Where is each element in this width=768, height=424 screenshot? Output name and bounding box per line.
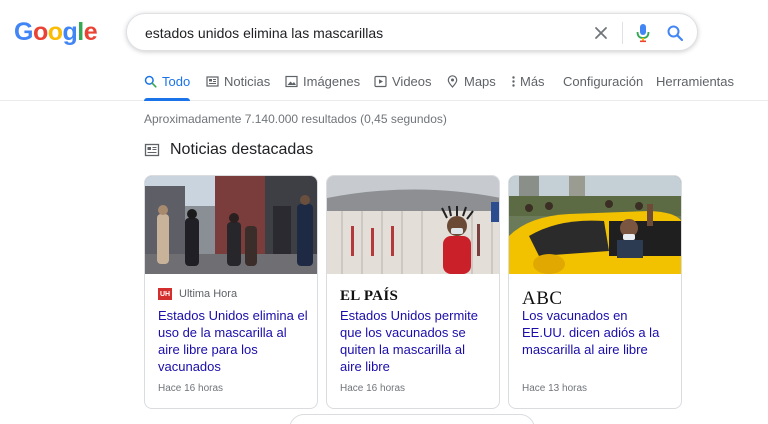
search-box [126, 13, 698, 51]
search-divider [622, 22, 623, 44]
news-thumbnail [509, 176, 681, 274]
video-icon [374, 75, 387, 88]
news-icon [144, 142, 160, 158]
top-stories-title: Noticias destacadas [170, 141, 314, 158]
tab-todo[interactable]: Todo [144, 74, 191, 101]
ultima-hora-logo: UH [158, 288, 172, 300]
close-icon[interactable] [590, 22, 612, 44]
news-time: Hace 16 horas [158, 383, 224, 394]
news-title-link[interactable]: Los vacunados en EE.UU. dicen adiós a la… [522, 307, 672, 358]
news-card[interactable]: ABC Los vacunados en EE.UU. dicen adiós … [508, 175, 682, 409]
news-card[interactable]: UH Ultima Hora Estados Unidos elimina el… [144, 175, 318, 409]
tab-configuracion[interactable]: Configuración [563, 74, 643, 101]
top-stories-header: Noticias destacadas [144, 141, 313, 159]
el-pais-logo: EL PAÍS [340, 288, 399, 304]
google-logo[interactable]: Google [14, 18, 98, 47]
tab-label: Más [520, 74, 545, 89]
news-time: Hace 13 horas [522, 383, 588, 394]
news-title-link[interactable]: Estados Unidos permite que los vacunados… [340, 307, 490, 375]
tab-herramientas[interactable]: Herramientas [656, 74, 734, 101]
tab-label: Configuración [563, 74, 644, 89]
news-title-link[interactable]: Estados Unidos elimina el uso de la masc… [158, 307, 308, 375]
source-name: Ultima Hora [179, 288, 238, 300]
logo-letter: o [47, 18, 63, 46]
tab-label: Videos [392, 74, 432, 89]
search-input[interactable] [145, 22, 575, 44]
news-thumbnail [327, 176, 499, 274]
logo-letter: o [32, 18, 48, 46]
microphone-icon[interactable] [632, 21, 654, 45]
search-icon[interactable] [664, 22, 686, 44]
search-tabs: Todo Noticias Imágenes Videos Maps Más C… [0, 70, 768, 101]
result-stats: Aproximadamente 7.140.000 resultados (0,… [144, 112, 447, 126]
more-news-button[interactable] [289, 414, 535, 424]
logo-letter: G [14, 18, 33, 46]
tab-label: Todo [162, 74, 191, 89]
logo-letter: g [62, 18, 78, 46]
news-source: EL PAÍS [340, 288, 398, 305]
tab-mas[interactable]: Más [511, 74, 545, 101]
tab-maps[interactable]: Maps [446, 74, 496, 101]
tab-noticias[interactable]: Noticias [206, 74, 270, 101]
tab-label: Herramientas [656, 74, 735, 89]
map-pin-icon [446, 75, 459, 88]
news-time: Hace 16 horas [340, 383, 406, 394]
tab-videos[interactable]: Videos [374, 74, 432, 101]
news-thumbnail [145, 176, 317, 274]
search-icon [144, 75, 157, 88]
tab-label: Maps [464, 74, 496, 89]
news-icon [206, 75, 219, 88]
more-vert-icon [511, 75, 516, 88]
tab-label: Imágenes [303, 74, 361, 89]
news-source: UH Ultima Hora [158, 288, 237, 300]
logo-letter: e [83, 18, 98, 46]
news-card[interactable]: EL PAÍS Estados Unidos permite que los v… [326, 175, 500, 409]
tab-imagenes[interactable]: Imágenes [285, 74, 360, 101]
image-icon [285, 75, 298, 88]
tab-label: Noticias [224, 74, 271, 89]
